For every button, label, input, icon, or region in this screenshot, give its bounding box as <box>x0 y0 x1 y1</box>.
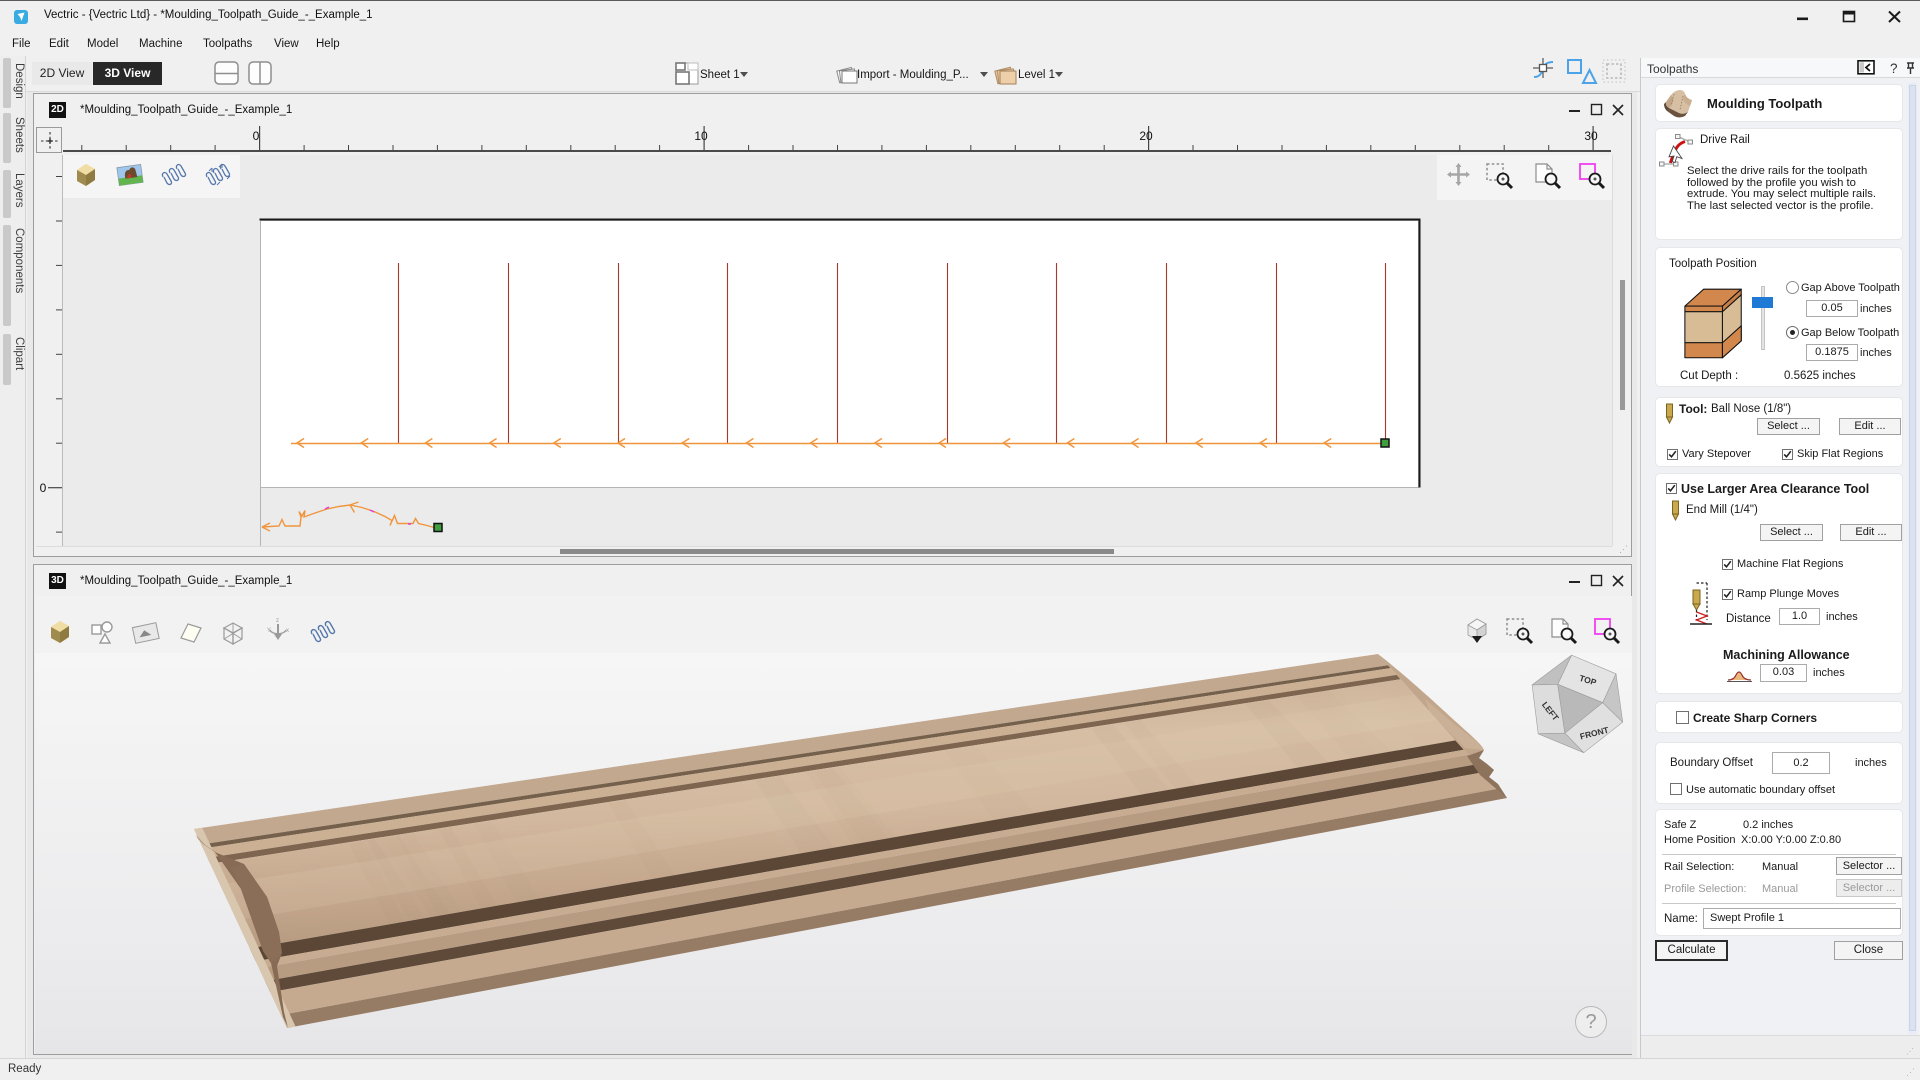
svg-text:30: 30 <box>1584 129 1598 143</box>
svg-text:z: z <box>276 618 279 624</box>
svg-text:Import - Moulding_P...: Import - Moulding_P... <box>857 69 969 81</box>
svg-text:0: 0 <box>40 481 47 495</box>
svg-text:Sheet 1: Sheet 1 <box>700 69 740 81</box>
svg-text:x: x <box>286 628 289 634</box>
svg-text:Y: Y <box>267 628 271 634</box>
svg-text:20: 20 <box>1139 129 1153 143</box>
svg-text:10: 10 <box>694 129 708 143</box>
svg-text:0: 0 <box>253 129 260 143</box>
svg-text:Level 1: Level 1 <box>1018 69 1055 81</box>
svg-text:?: ? <box>1890 61 1898 76</box>
